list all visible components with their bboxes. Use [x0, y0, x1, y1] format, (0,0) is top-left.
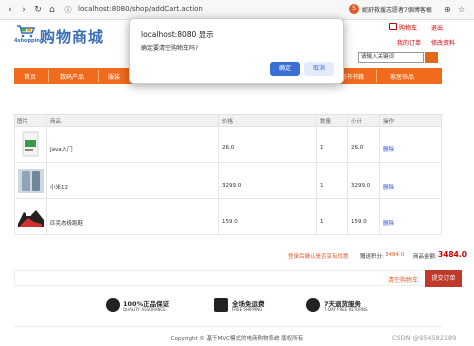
table-row: [14, 163, 442, 199]
dialog-message: 确定要清空购物车吗?: [141, 45, 199, 52]
csdn-watermark: CSDN @954582189: [392, 334, 457, 342]
delete-link[interactable]: 删除: [383, 183, 394, 191]
product-name[interactable]: 匹克态极跑鞋: [50, 219, 83, 227]
bookmark-link[interactable]: 妮舒救援志愿者7個博客根: [362, 5, 452, 14]
col-header-qty: 数量: [320, 119, 332, 125]
nav-divider: [48, 70, 49, 82]
product-price: 3299.0: [222, 183, 242, 189]
column-divider: [379, 114, 380, 235]
clear-cart-link[interactable]: 清空购物车: [388, 275, 418, 284]
points-label: 赠送积分:: [360, 254, 384, 260]
dialog-title: localhost:8080 显示: [141, 30, 214, 39]
my-orders-link[interactable]: 我的订单: [397, 38, 421, 47]
cart-link[interactable]: 购物车: [399, 23, 417, 32]
product-image-book: [22, 131, 39, 157]
product-qty: 1: [320, 145, 324, 151]
points-value: 3484.0: [385, 252, 405, 258]
col-header-subtotal: 小计: [351, 119, 363, 125]
nav-digital[interactable]: 数码产品: [60, 72, 84, 81]
nav-divider: [376, 70, 377, 82]
column-divider: [46, 114, 47, 235]
delete-link[interactable]: 删除: [383, 145, 394, 153]
product-price: 159.0: [222, 219, 238, 225]
product-price: 26.0: [222, 145, 235, 151]
footer-divider: [14, 326, 442, 327]
address-bar[interactable]: localhost:8080/shop/addCart.action: [78, 5, 203, 13]
product-image-phone: [18, 169, 44, 193]
product-subtotal: 3299.0: [351, 183, 371, 189]
col-header-image: 图片: [17, 119, 29, 125]
dialog-cancel-button[interactable]: 取消: [304, 62, 334, 76]
product-name[interactable]: Java入门: [50, 145, 73, 153]
product-qty: 1: [320, 219, 324, 225]
total-value: 3484.0: [438, 250, 467, 259]
cart-icon[interactable]: [389, 23, 397, 30]
feature-subtitle: QUALITY ASSURANCE: [123, 307, 166, 312]
product-name[interactable]: 小米12: [50, 183, 68, 191]
cart-actions-bar: [14, 270, 442, 286]
product-image-shoes: [18, 210, 44, 227]
feature-subtitle: FREE SHIPPING: [232, 307, 263, 312]
column-divider: [316, 114, 317, 235]
info-icon[interactable]: ⓘ: [62, 4, 74, 16]
logo-text[interactable]: 购物商城: [40, 26, 104, 47]
total-label: 商品金额:: [413, 254, 437, 260]
dialog-ok-button[interactable]: 确定: [270, 62, 300, 76]
back-icon[interactable]: ‹: [4, 4, 16, 16]
nav-home-goods[interactable]: 家居饰品: [390, 72, 414, 81]
col-header-product: 商品: [50, 119, 62, 125]
edit-profile-link[interactable]: 修改资料: [431, 38, 455, 47]
feature-subtitle: 7-DAY FREE RETURNS: [324, 307, 368, 312]
nav-clothing[interactable]: 服装: [108, 72, 120, 81]
col-header-price: 价格: [222, 119, 234, 125]
logout-link[interactable]: 退出: [431, 23, 443, 32]
product-qty: 1: [320, 183, 324, 189]
nav-divider: [98, 70, 99, 82]
table-row: [14, 199, 442, 235]
search-button[interactable]: [425, 52, 438, 63]
extension-icon[interactable]: ⊕: [444, 5, 451, 14]
shipping-icon: [214, 298, 228, 312]
bookmark-badge: S: [349, 4, 359, 14]
logo-cart-icon: [17, 25, 36, 38]
returns-icon: [306, 298, 320, 312]
product-subtotal: 159.0: [351, 219, 367, 225]
reload-icon[interactable]: ↻: [32, 4, 44, 16]
nav-home[interactable]: 首页: [24, 72, 36, 81]
home-icon[interactable]: ⌂: [46, 4, 58, 16]
delete-link[interactable]: 删除: [383, 219, 394, 227]
quality-icon: [106, 298, 120, 312]
search-input[interactable]: 请输入关键词: [358, 52, 424, 63]
product-subtotal: 26.0: [351, 145, 364, 151]
col-header-action: 操作: [383, 119, 395, 125]
submit-order-button[interactable]: 提交订单: [425, 270, 462, 287]
forward-icon[interactable]: ›: [18, 4, 30, 16]
column-divider: [347, 114, 348, 235]
column-divider: [218, 114, 219, 235]
favorites-icon[interactable]: ☆: [458, 5, 465, 14]
login-discount-hint[interactable]: 登录后确认是否享有优惠: [288, 252, 349, 260]
